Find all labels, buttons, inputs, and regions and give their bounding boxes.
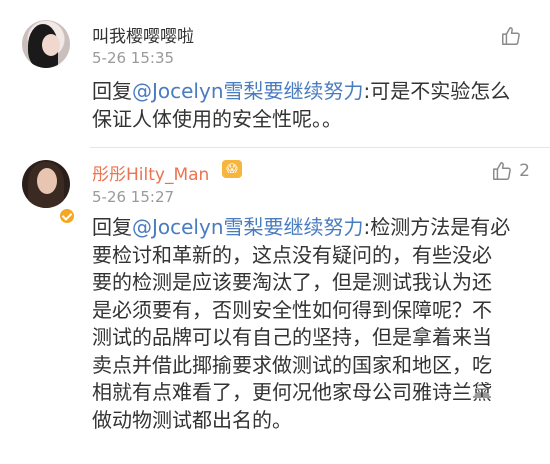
comment-body: :检测方法是有必 要检讨和革新的，这点没有疑问的，有些没必 要的检测是应该要淘汰…: [92, 215, 511, 432]
comment-item: 彤彤Hilty_Man 😱 5-26 15:27 2 回复@Jocelyn雪梨要…: [0, 148, 550, 464]
comment-text: 回复@Jocelyn雪梨要继续努力:可是不实验怎么 保证人体使用的安全性呢。。: [92, 78, 532, 133]
comment-text: 回复@Jocelyn雪梨要继续努力:检测方法是有必 要检讨和革新的，这点没有疑问…: [92, 214, 532, 434]
thumb-up-icon: [500, 25, 522, 47]
like-button[interactable]: [500, 25, 528, 47]
username[interactable]: 叫我樱嘤嘤啦: [92, 22, 194, 47]
comment-item: 叫我樱嘤嘤啦 5-26 15:35 回复@Jocelyn雪梨要继续努力:可是不实…: [0, 0, 550, 148]
mention-link[interactable]: @Jocelyn雪梨要继续努力: [132, 79, 364, 103]
avatar[interactable]: [22, 20, 70, 68]
timestamp: 5-26 15:35: [92, 49, 175, 67]
username[interactable]: 彤彤Hilty_Man: [92, 160, 209, 185]
like-count: 2: [519, 161, 530, 181]
avatar[interactable]: [22, 160, 70, 208]
reply-prefix: 回复: [92, 79, 132, 103]
mention-link[interactable]: @Jocelyn雪梨要继续努力: [132, 215, 364, 239]
reply-prefix: 回复: [92, 215, 132, 239]
thumb-up-icon: [491, 160, 513, 182]
verified-badge-icon: [58, 207, 76, 225]
like-button[interactable]: 2: [491, 160, 530, 182]
timestamp: 5-26 15:27: [92, 188, 175, 206]
user-badge-icon: 😱: [222, 160, 242, 178]
